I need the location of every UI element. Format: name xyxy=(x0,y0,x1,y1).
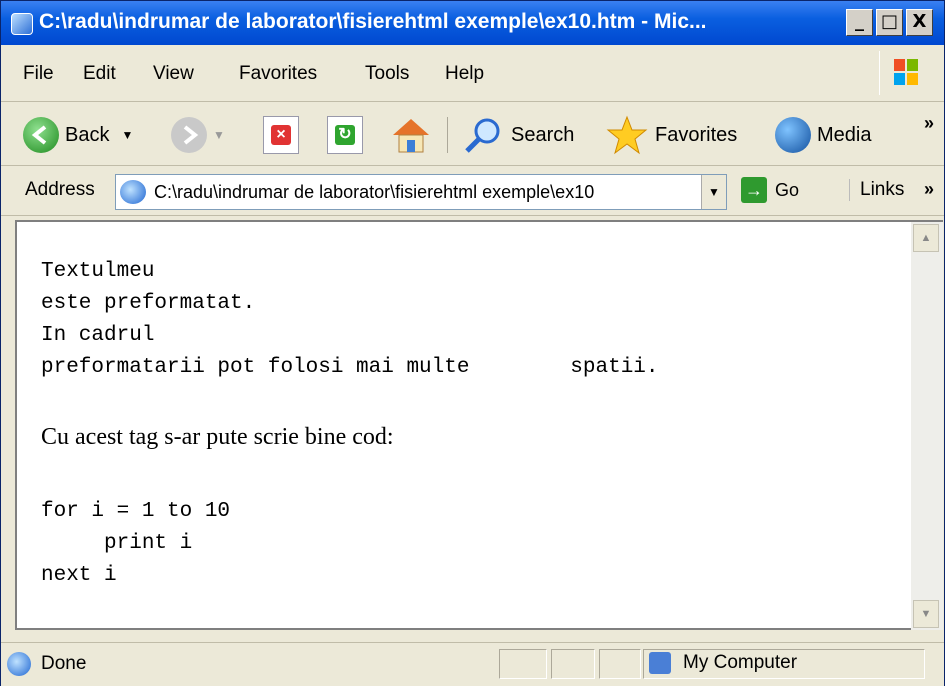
vertical-scrollbar[interactable]: ▲ ▼ xyxy=(911,220,943,630)
menu-view[interactable]: View xyxy=(153,63,194,85)
scroll-down-icon[interactable]: ▼ xyxy=(913,600,939,628)
browser-window: C:\radu\indrumar de laborator\fisierehtm… xyxy=(0,0,945,686)
links-button[interactable]: Links xyxy=(849,179,904,201)
paragraph-text: Cu acest tag s-ar pute scrie bine cod: xyxy=(41,424,394,450)
favorites-button[interactable]: Favorites xyxy=(605,115,737,155)
security-zone: My Computer xyxy=(649,652,797,674)
forward-dropdown-icon[interactable]: ▼ xyxy=(213,128,225,142)
menu-edit[interactable]: Edit xyxy=(83,63,116,85)
favorites-star-icon xyxy=(606,115,648,155)
standard-toolbar: Back ▼ ▼ × ↻ Search Favorites Media » xyxy=(1,103,944,166)
status-panel xyxy=(499,649,547,679)
menu-file[interactable]: File xyxy=(23,63,54,85)
address-input[interactable]: C:\radu\indrumar de laborator\fisierehtm… xyxy=(115,174,727,210)
links-more-chevron[interactable]: » xyxy=(924,179,934,200)
back-arrow-icon xyxy=(23,117,59,153)
stop-button[interactable]: × xyxy=(263,115,299,155)
back-label: Back xyxy=(65,123,110,146)
status-message: Done xyxy=(7,652,86,676)
close-button[interactable]: X xyxy=(906,9,933,36)
status-panel xyxy=(599,649,641,679)
refresh-button[interactable]: ↻ xyxy=(327,115,363,155)
scroll-up-icon[interactable]: ▲ xyxy=(913,224,939,252)
favorites-label: Favorites xyxy=(655,123,738,146)
search-button[interactable]: Search xyxy=(461,115,574,155)
toolbar-more-chevron[interactable]: » xyxy=(924,113,934,134)
menu-help[interactable]: Help xyxy=(445,63,484,85)
page-content: Textulmeu este preformatat. In cadrul pr… xyxy=(15,220,911,630)
code-block: for i = 1 to 10 print i next i xyxy=(41,500,231,587)
ie-page-icon xyxy=(11,13,33,35)
windows-flag-logo xyxy=(879,51,932,95)
menu-favorites[interactable]: Favorites xyxy=(239,63,317,85)
back-dropdown-icon[interactable]: ▼ xyxy=(121,128,133,142)
home-button[interactable] xyxy=(389,115,433,155)
address-dropdown-icon[interactable]: ▼ xyxy=(701,175,726,209)
address-bar: Address C:\radu\indrumar de laborator\fi… xyxy=(1,167,944,216)
forward-button[interactable]: ▼ xyxy=(171,115,225,155)
toolbar-separator xyxy=(447,117,448,153)
forward-arrow-icon xyxy=(171,117,207,153)
status-bar: Done My Computer xyxy=(1,642,944,686)
address-value[interactable]: C:\radu\indrumar de laborator\fisierehtm… xyxy=(154,182,694,203)
media-label: Media xyxy=(817,123,872,146)
go-button[interactable]: → Go xyxy=(741,177,799,203)
ie-page-icon xyxy=(120,180,146,204)
address-label: Address xyxy=(25,179,95,200)
search-label: Search xyxy=(511,123,575,146)
back-button[interactable]: Back ▼ xyxy=(23,115,133,155)
window-title: C:\radu\indrumar de laborator\fisierehtm… xyxy=(39,10,707,33)
home-icon xyxy=(393,119,429,153)
page-done-icon xyxy=(7,652,31,676)
refresh-icon: ↻ xyxy=(327,116,363,154)
title-bar[interactable]: C:\radu\indrumar de laborator\fisierehtm… xyxy=(1,1,944,45)
media-icon xyxy=(775,117,811,153)
go-label: Go xyxy=(775,179,800,200)
my-computer-icon xyxy=(649,652,671,674)
preformatted-text: Textulmeu este preformatat. In cadrul pr… xyxy=(41,260,659,379)
minimize-button[interactable]: _ xyxy=(846,9,873,36)
menu-bar: File Edit View Favorites Tools Help xyxy=(1,45,944,102)
search-icon xyxy=(465,118,500,153)
status-panel xyxy=(551,649,595,679)
status-text: Done xyxy=(41,653,87,674)
go-arrow-icon: → xyxy=(741,177,767,203)
zone-label: My Computer xyxy=(683,652,798,673)
media-button[interactable]: Media xyxy=(775,115,871,155)
stop-icon: × xyxy=(263,116,299,154)
maximize-button[interactable]: □ xyxy=(876,9,903,36)
menu-tools[interactable]: Tools xyxy=(365,63,409,85)
